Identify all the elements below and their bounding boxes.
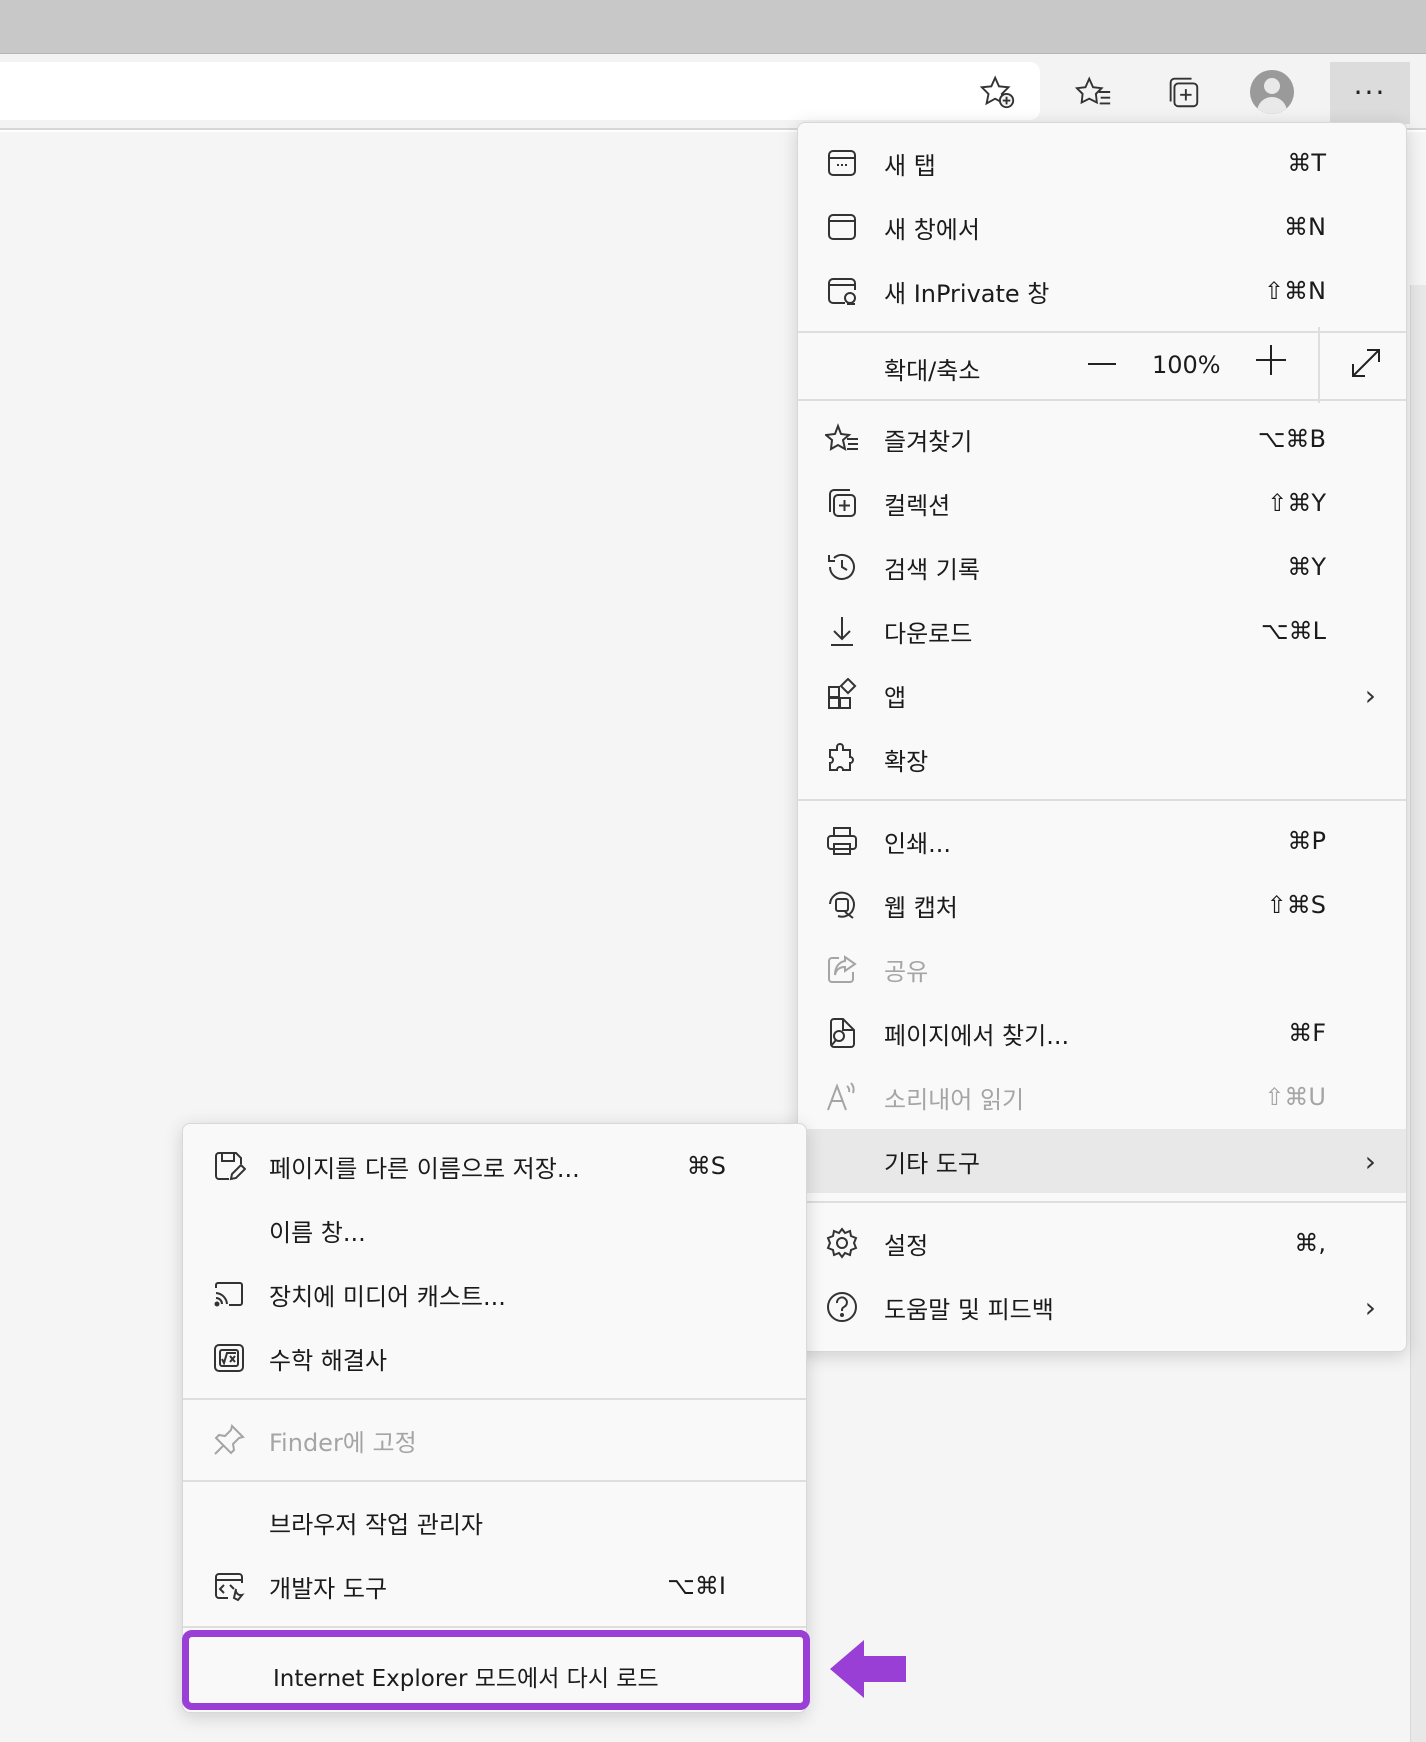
developer-tools-icon	[211, 1568, 247, 1604]
menu-divider	[798, 799, 1406, 801]
menu-item-extensions[interactable]: 확장	[798, 727, 1406, 791]
profile-avatar	[1250, 70, 1294, 114]
gear-icon	[824, 1225, 860, 1261]
menu-item-read-aloud: 소리내어 읽기 ⇧⌘U	[798, 1065, 1406, 1129]
submenu-item-math-solver[interactable]: 수학 해결사	[183, 1326, 806, 1390]
submenu-item-save-page-as[interactable]: 페이지를 다른 이름으로 저장... ⌘S	[183, 1134, 806, 1198]
print-icon	[824, 823, 860, 859]
menu-item-web-capture[interactable]: 웹 캡처 ⇧⌘S	[798, 873, 1406, 937]
menu-item-new-inprivate-window[interactable]: 새 InPrivate 창 ⇧⌘N	[798, 259, 1406, 323]
add-favorite-button[interactable]	[967, 64, 1029, 120]
profile-button[interactable]	[1241, 64, 1303, 120]
title-bar	[0, 0, 1426, 54]
submenu-item-developer-tools[interactable]: 개발자 도구 ⌥⌘I	[183, 1554, 806, 1618]
browser-toolbar: ···	[0, 54, 1426, 130]
menu-item-find-on-page[interactable]: 페이지에서 찾기... ⌘F	[798, 1001, 1406, 1065]
submenu-divider	[183, 1626, 806, 1628]
download-icon	[824, 613, 860, 649]
new-window-icon	[824, 209, 860, 245]
find-on-page-icon	[824, 1015, 860, 1051]
zoom-out-button[interactable]	[1088, 363, 1116, 365]
favorites-button[interactable]	[1063, 64, 1125, 120]
arrow-left-icon	[830, 1640, 906, 1698]
collections-button[interactable]	[1152, 64, 1214, 120]
menu-item-downloads[interactable]: 다운로드 ⌥⌘L	[798, 599, 1406, 663]
submenu-item-reload-in-ie-mode[interactable]: Internet Explorer 모드에서 다시 로드	[182, 1630, 810, 1710]
apps-icon	[824, 677, 860, 713]
menu-item-print[interactable]: 인쇄... ⌘P	[798, 809, 1406, 873]
save-page-icon	[211, 1148, 247, 1184]
submenu-item-pin-to-finder: Finder에 고정	[183, 1408, 806, 1472]
menu-item-share: 공유	[798, 937, 1406, 1001]
menu-item-new-window[interactable]: 새 창에서 ⌘N	[798, 195, 1406, 259]
menu-item-apps[interactable]: 앱 ›	[798, 663, 1406, 727]
zoom-in-button[interactable]	[1256, 345, 1286, 375]
inprivate-icon	[824, 273, 860, 309]
math-solver-icon	[211, 1340, 247, 1376]
scrollbar[interactable]	[1410, 285, 1426, 1742]
chevron-right-icon: ›	[1364, 678, 1376, 712]
fullscreen-icon	[1352, 349, 1380, 377]
collections-icon	[824, 485, 860, 521]
read-aloud-icon	[824, 1079, 860, 1115]
history-icon	[824, 549, 860, 585]
settings-menu: 새 탭 ⌘T 새 창에서 ⌘N 새 InPrivate 창 ⇧⌘N 확대/축소 …	[797, 122, 1407, 1352]
more-tools-submenu: 페이지를 다른 이름으로 저장... ⌘S 이름 창... 장치에 미디어 캐스…	[182, 1123, 807, 1713]
collections-icon	[1169, 77, 1199, 108]
new-tab-icon	[824, 145, 860, 181]
web-capture-icon	[824, 887, 860, 923]
favorites-icon	[824, 421, 860, 457]
chevron-right-icon: ›	[1364, 1144, 1376, 1178]
menu-item-help-feedback[interactable]: 도움말 및 피드백 ›	[798, 1275, 1406, 1339]
favorites-icon	[1075, 76, 1111, 105]
zoom-divider	[1318, 327, 1320, 403]
help-icon	[824, 1289, 860, 1325]
menu-item-more-tools[interactable]: 기타 도구 ›	[798, 1129, 1406, 1193]
zoom-control: 확대/축소 100%	[798, 327, 1406, 403]
menu-item-collections[interactable]: 컬렉션 ⇧⌘Y	[798, 471, 1406, 535]
address-bar[interactable]	[0, 62, 1040, 120]
menu-divider	[798, 1201, 1406, 1203]
menu-item-settings[interactable]: 설정 ⌘,	[798, 1211, 1406, 1275]
fullscreen-button[interactable]	[1348, 345, 1384, 381]
more-menu-button[interactable]: ···	[1330, 62, 1410, 124]
add-favorite-icon	[979, 75, 1015, 109]
submenu-divider	[183, 1398, 806, 1400]
menu-item-new-tab[interactable]: 새 탭 ⌘T	[798, 131, 1406, 195]
submenu-item-task-manager[interactable]: 브라우저 작업 관리자	[183, 1490, 806, 1554]
chevron-right-icon: ›	[1364, 1290, 1376, 1324]
cast-icon	[211, 1276, 247, 1312]
submenu-item-name-window[interactable]: 이름 창...	[183, 1198, 806, 1262]
menu-item-history[interactable]: 검색 기록 ⌘Y	[798, 535, 1406, 599]
browser-window: ··· 새 탭 ⌘T 새 창에서 ⌘N 새 InPrivate 창 ⇧⌘N 확대…	[0, 0, 1426, 1742]
menu-item-favorites[interactable]: 즐겨찾기 ⌥⌘B	[798, 407, 1406, 471]
submenu-item-cast-media[interactable]: 장치에 미디어 캐스트...	[183, 1262, 806, 1326]
share-icon	[824, 951, 860, 987]
submenu-divider	[183, 1480, 806, 1482]
menu-divider	[798, 399, 1406, 401]
more-menu-icon: ···	[1353, 76, 1387, 109]
pin-icon	[211, 1422, 247, 1458]
extensions-icon	[824, 741, 860, 777]
zoom-level: 100%	[1152, 351, 1221, 379]
